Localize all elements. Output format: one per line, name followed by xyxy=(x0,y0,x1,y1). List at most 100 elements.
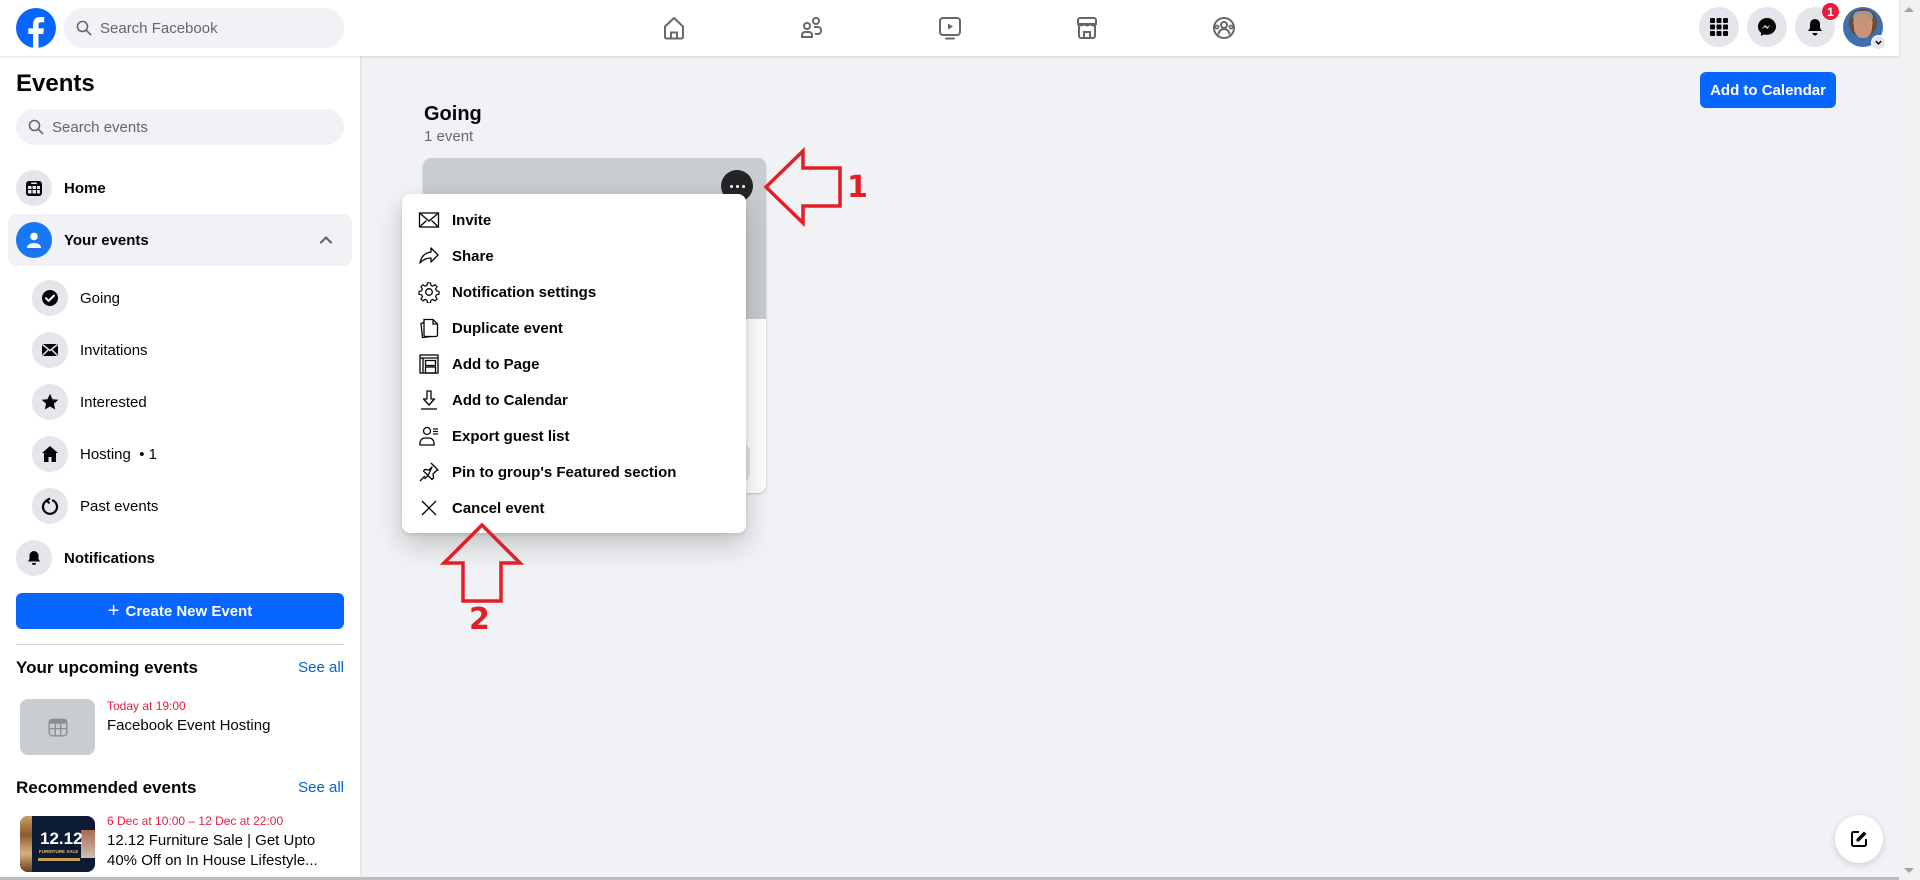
top-navigation-bar: 1 xyxy=(0,0,1899,56)
download-icon xyxy=(421,390,437,410)
recommended-events-title: Recommended events xyxy=(16,778,197,797)
menu-item-label: Export guest list xyxy=(452,427,570,445)
sidebar-item-label: Going xyxy=(80,289,121,307)
sidebar-divider xyxy=(16,644,344,645)
person-icon xyxy=(16,222,52,258)
menu-item-export-guest-list[interactable]: Export guest list xyxy=(402,418,746,454)
sidebar-item-label: Notifications xyxy=(64,549,155,567)
marketplace-icon xyxy=(1077,17,1097,39)
section-title: Going xyxy=(424,103,482,125)
sidebar-item-label: Past events xyxy=(80,497,159,515)
nav-friends[interactable] xyxy=(796,12,828,44)
envelope-outline-icon xyxy=(418,212,440,228)
avatar-face xyxy=(1854,14,1872,38)
home-icon xyxy=(664,17,684,40)
sidebar-item-invitations[interactable]: Invitations xyxy=(24,324,352,376)
sidebar-item-label: Home xyxy=(64,179,106,197)
menu-item-pin-to-featured[interactable]: Pin to group's Featured section xyxy=(402,454,746,490)
menu-item-duplicate-event[interactable]: Duplicate event xyxy=(402,310,746,346)
recommended-event-date: 6 Dec at 10:00 – 12 Dec at 22:00 xyxy=(107,814,284,828)
scroll-up-arrow-icon[interactable] xyxy=(1904,7,1914,12)
check-circle-icon xyxy=(32,280,68,316)
menu-item-label: Add to Calendar xyxy=(452,391,568,409)
dot xyxy=(729,184,733,188)
thumb-photo-strip xyxy=(20,816,32,872)
upcoming-see-all-link[interactable]: See all xyxy=(298,659,344,676)
sidebar-item-home[interactable]: Home xyxy=(8,162,352,214)
groups-icon xyxy=(1213,17,1235,39)
apps-grid-icon xyxy=(1710,18,1728,36)
upcoming-event-thumbnail[interactable] xyxy=(20,699,95,755)
facebook-logo-icon[interactable] xyxy=(16,8,56,48)
edit-icon xyxy=(1851,831,1867,847)
dot xyxy=(735,184,739,188)
gear-icon xyxy=(418,282,440,303)
menu-item-label: Share xyxy=(452,247,494,265)
sidebar-item-notifications[interactable]: Notifications xyxy=(8,532,352,584)
search-facebook-field[interactable] xyxy=(64,8,344,48)
sidebar-item-your-events[interactable]: Your events xyxy=(8,214,352,266)
annotation-step-1: 1 xyxy=(847,170,868,205)
sidebar-item-hosting[interactable]: Hosting • 1 xyxy=(24,428,352,480)
sidebar-item-going[interactable]: Going xyxy=(24,272,352,324)
thumb-photo-strip xyxy=(81,830,95,858)
dot xyxy=(741,184,745,188)
create-new-event-label: Create New Event xyxy=(125,602,253,620)
bell-icon xyxy=(16,540,52,576)
search-icon xyxy=(28,119,44,135)
recommended-event-name[interactable]: 12.12 Furniture Sale | Get Upto 40% Off … xyxy=(107,831,347,871)
create-new-event-button[interactable]: + Create New Event xyxy=(16,593,344,629)
nav-video[interactable] xyxy=(934,12,966,44)
sidebar-item-past-events[interactable]: Past events xyxy=(24,480,352,532)
sidebar-item-label: Invitations xyxy=(80,341,148,359)
messenger-icon xyxy=(1758,18,1776,36)
page-scrollbar[interactable] xyxy=(1899,0,1920,880)
sidebar-title: Events xyxy=(16,70,95,97)
menu-item-invite[interactable]: Invite xyxy=(402,202,746,238)
menu-button[interactable] xyxy=(1699,7,1739,47)
menu-item-share[interactable]: Share xyxy=(402,238,746,274)
thumb-title: 12.12 xyxy=(40,829,83,848)
sidebar-item-interested[interactable]: Interested xyxy=(24,376,352,428)
upcoming-event-name[interactable]: Facebook Event Hosting xyxy=(107,716,347,736)
recommended-see-all-link[interactable]: See all xyxy=(298,779,344,796)
menu-item-notification-settings[interactable]: Notification settings xyxy=(402,274,746,310)
new-message-button[interactable] xyxy=(1835,815,1883,863)
video-icon xyxy=(939,17,961,40)
recommended-event-thumbnail[interactable]: 12.12 FURNITURE SALE xyxy=(20,816,95,872)
annotation-arrow-left xyxy=(763,146,842,228)
search-icon xyxy=(76,20,92,36)
scroll-down-arrow-icon[interactable] xyxy=(1904,868,1914,873)
thumb-bar xyxy=(38,858,80,861)
profile-avatar[interactable] xyxy=(1843,7,1886,50)
nav-marketplace[interactable] xyxy=(1071,12,1103,44)
upcoming-event-date: Today at 19:00 xyxy=(107,699,186,713)
messenger-button[interactable] xyxy=(1747,7,1787,47)
search-facebook-input[interactable] xyxy=(100,19,320,37)
bell-icon xyxy=(1808,19,1822,36)
search-events-input[interactable] xyxy=(52,118,272,136)
guest-list-icon xyxy=(419,426,438,446)
menu-item-add-to-calendar[interactable]: Add to Calendar xyxy=(402,382,746,418)
notifications-button[interactable]: 1 xyxy=(1795,2,1840,47)
history-icon xyxy=(32,488,68,524)
nav-groups[interactable] xyxy=(1208,12,1240,44)
star-icon xyxy=(32,384,68,420)
envelope-icon xyxy=(32,332,68,368)
menu-item-label: Add to Page xyxy=(452,355,540,373)
pin-icon xyxy=(419,462,439,482)
account-chevron-icon[interactable] xyxy=(1871,35,1886,50)
calendar-icon xyxy=(47,718,68,737)
menu-item-cancel-event[interactable]: Cancel event xyxy=(402,490,746,526)
menu-item-label: Invite xyxy=(452,211,492,229)
chevron-up-icon[interactable] xyxy=(318,232,334,248)
search-events-field[interactable] xyxy=(16,109,344,145)
upcoming-events-title: Your upcoming events xyxy=(16,658,198,677)
add-to-calendar-button[interactable]: Add to Calendar xyxy=(1700,72,1836,108)
menu-item-add-to-page[interactable]: Add to Page xyxy=(402,346,746,382)
sidebar-item-label: Your events xyxy=(64,231,149,249)
plus-icon: + xyxy=(107,600,120,622)
menu-item-label: Duplicate event xyxy=(452,319,563,337)
nav-home[interactable] xyxy=(658,12,690,44)
menu-item-label: Cancel event xyxy=(452,499,545,517)
